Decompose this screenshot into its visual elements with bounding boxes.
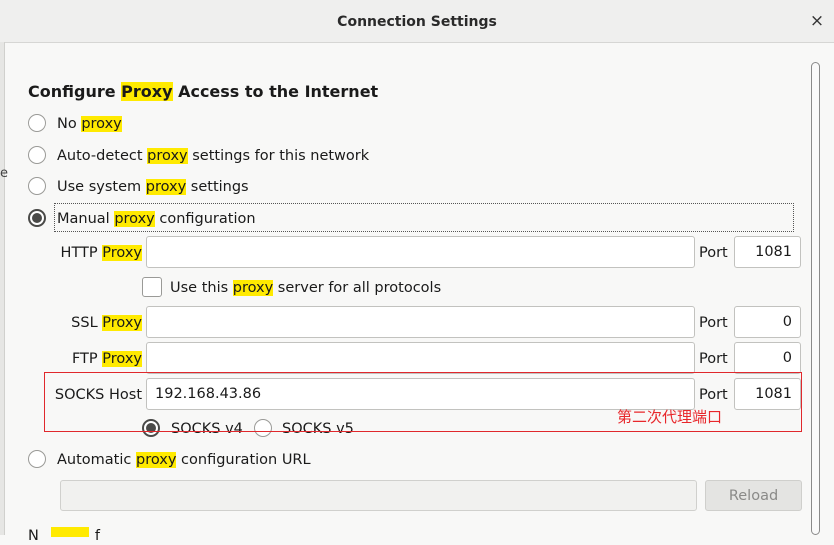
http-port-input[interactable]: 1081 bbox=[734, 236, 801, 268]
http-proxy-input[interactable] bbox=[146, 236, 695, 268]
ssl-proxy-label: SSL Proxy bbox=[71, 315, 142, 331]
background-text-fragment: e bbox=[0, 166, 8, 181]
scrollbar-thumb[interactable] bbox=[811, 62, 820, 535]
left-frame bbox=[0, 42, 5, 535]
auto-config-url-input[interactable] bbox=[60, 480, 697, 511]
system-proxy-label[interactable]: Use system proxy settings bbox=[57, 178, 249, 196]
section-heading: Configure Proxy Access to the Internet bbox=[28, 82, 379, 101]
no-proxy-for-label-cutoff: Nf bbox=[28, 527, 100, 544]
close-icon[interactable]: × bbox=[806, 10, 828, 32]
ssl-port-label: Port bbox=[699, 315, 728, 331]
auto-config-url-label[interactable]: Automatic proxy configuration URL bbox=[57, 451, 311, 469]
ftp-port-input[interactable]: 0 bbox=[734, 342, 801, 374]
system-proxy-radio[interactable] bbox=[28, 177, 46, 195]
auto-detect-radio[interactable] bbox=[28, 146, 46, 164]
reload-button[interactable]: Reload bbox=[705, 480, 802, 511]
http-port-label: Port bbox=[699, 245, 728, 261]
auto-detect-label[interactable]: Auto-detect proxy settings for this netw… bbox=[57, 147, 369, 165]
ftp-port-label: Port bbox=[699, 351, 728, 367]
auto-config-url-radio[interactable] bbox=[28, 450, 46, 468]
annotation-text: 第二次代理端口 bbox=[617, 408, 723, 426]
use-for-all-checkbox[interactable] bbox=[142, 277, 162, 297]
no-proxy-radio[interactable] bbox=[28, 114, 46, 132]
ssl-proxy-input[interactable] bbox=[146, 306, 695, 338]
window-title: Connection Settings bbox=[337, 14, 497, 30]
manual-proxy-radio[interactable] bbox=[28, 209, 46, 227]
http-proxy-label: HTTP Proxy bbox=[60, 245, 142, 261]
no-proxy-label[interactable]: No proxy bbox=[57, 115, 122, 133]
ftp-proxy-input[interactable] bbox=[146, 342, 695, 374]
ssl-port-input[interactable]: 0 bbox=[734, 306, 801, 338]
use-for-all-label[interactable]: Use this proxy server for all protocols bbox=[170, 279, 441, 297]
manual-proxy-label[interactable]: Manual proxy configuration bbox=[57, 210, 256, 228]
ftp-proxy-label: FTP Proxy bbox=[71, 351, 142, 367]
